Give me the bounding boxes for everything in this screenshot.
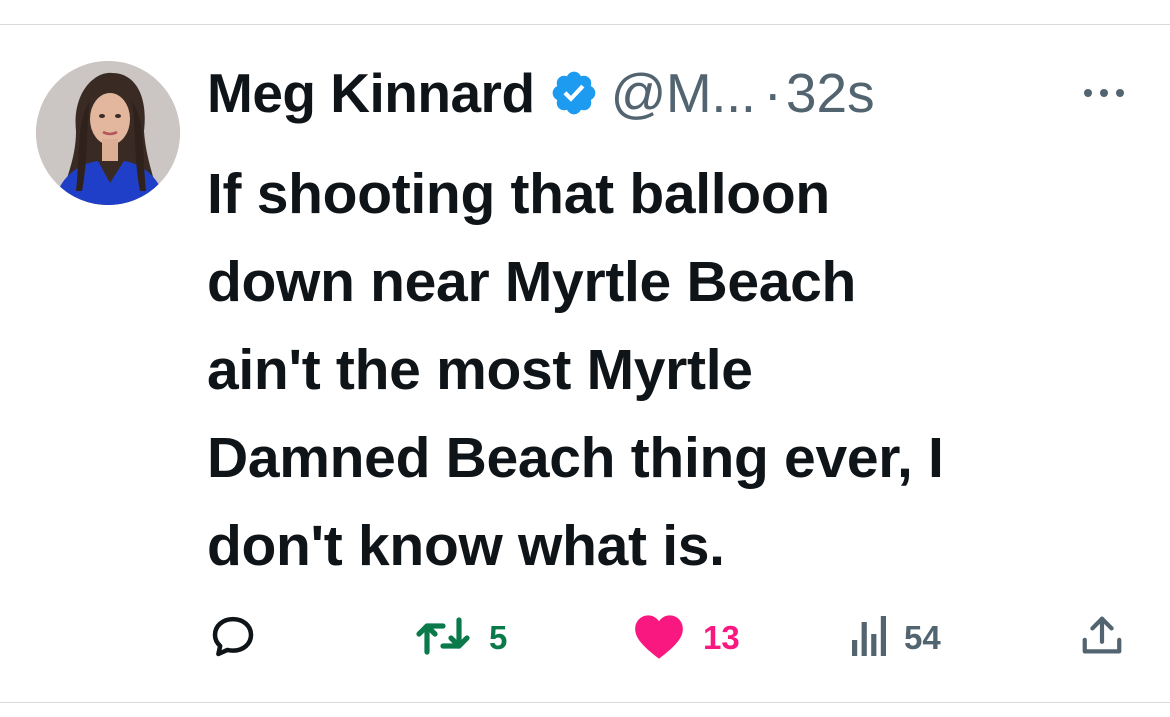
tweet-card: Meg Kinnard @M... · 32s If shooting that… <box>0 0 1170 717</box>
analytics-icon <box>852 615 886 661</box>
retweet-count: 5 <box>489 619 508 656</box>
more-options-icon[interactable] <box>1080 85 1128 101</box>
timestamp[interactable]: 32s <box>786 61 875 125</box>
tweet-text: If shooting that balloon down near Myrtl… <box>207 162 944 578</box>
avatar[interactable] <box>36 61 180 205</box>
retweet-button[interactable]: 5 <box>415 610 507 666</box>
like-count: 13 <box>703 619 740 656</box>
author-handle[interactable]: @M... <box>611 61 757 125</box>
top-divider <box>0 24 1170 25</box>
share-button[interactable] <box>1079 610 1125 666</box>
views-count: 54 <box>904 619 941 656</box>
bottom-divider <box>0 702 1170 703</box>
retweet-icon <box>415 614 471 663</box>
action-bar: 5 13 54 <box>0 610 1170 666</box>
verified-badge-icon <box>549 68 599 118</box>
views-button[interactable]: 54 <box>852 610 941 666</box>
separator-dot: · <box>763 62 782 124</box>
author-name[interactable]: Meg Kinnard <box>207 61 535 125</box>
comment-icon <box>206 609 260 668</box>
share-icon <box>1079 613 1125 664</box>
heart-icon <box>633 613 685 664</box>
tweet-header: Meg Kinnard @M... · 32s <box>207 58 875 128</box>
like-button[interactable]: 13 <box>633 610 740 666</box>
reply-button[interactable] <box>206 610 260 666</box>
